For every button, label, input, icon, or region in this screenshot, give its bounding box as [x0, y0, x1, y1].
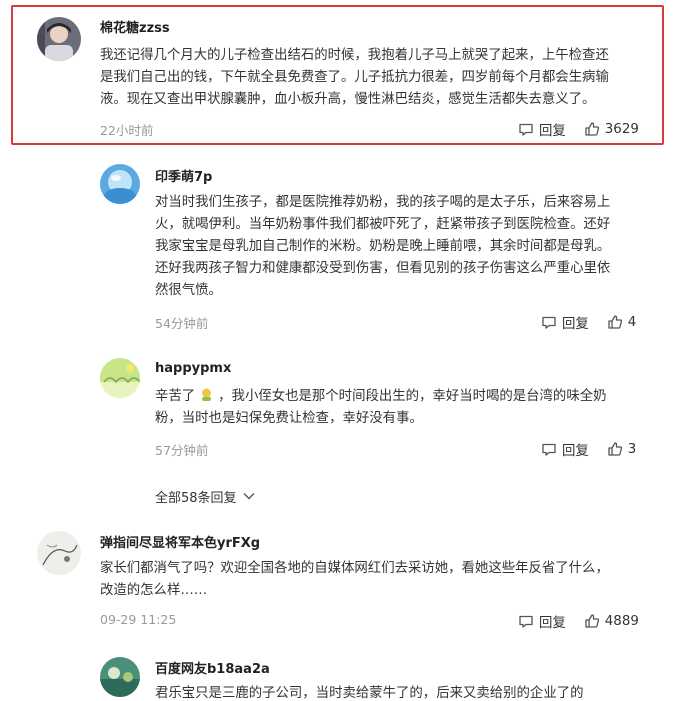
like-button[interactable]: 3	[607, 441, 637, 457]
text-line: 是我们自己出的钱，下午就全县免费查了。儿子抵抗力很差，四岁前每个月都会生病输	[100, 70, 609, 85]
like-button[interactable]: 4	[607, 314, 637, 330]
like-button[interactable]: 3629	[584, 121, 639, 137]
reply-label: 回复	[562, 444, 589, 459]
text-line: 液。现在又查出甲状腺囊肿，血小板升高，慢性淋巴结炎，感觉生活都失去意义了。	[100, 92, 596, 107]
text-line: 君乐宝只是三鹿的子公司，当时卖给蒙牛了的，后来又卖给别的企业了的	[155, 686, 584, 701]
username[interactable]: 弹指间尽显将军本色yrFXg	[100, 532, 260, 551]
text-segment: 辛苦了	[155, 389, 196, 404]
username[interactable]: 百度网友b18aa2a	[155, 658, 270, 677]
like-count: 3629	[604, 121, 639, 137]
text-line: 我家宝宝是母乳加自己制作的米粉。奶粉是晚上睡前喂，其余时间都是母乳。	[155, 239, 611, 254]
avatar[interactable]	[100, 358, 140, 398]
thumbs-up-icon	[607, 314, 623, 330]
comment-text: 辛苦了 ，我小侄女也是那个时间段出生的，幸好当时喝的是台湾的味全奶 粉，当时也是妇…	[155, 386, 650, 430]
comment-text: 君乐宝只是三鹿的子公司，当时卖给蒙牛了的，后来又卖给别的企业了的	[155, 683, 650, 701]
reply-icon	[541, 314, 557, 330]
more-replies-label: 全部58条回复	[155, 491, 237, 506]
text-line: 还好我两孩子智力和健康都没受到伤害，但看见别的孩子伤害这么严重心里依	[155, 261, 611, 276]
reply-label: 回复	[539, 124, 566, 139]
username[interactable]: happypmx	[155, 361, 231, 376]
reply-button[interactable]: 回复	[518, 611, 566, 631]
like-button[interactable]: 4889	[584, 613, 639, 629]
comment-actions: 回复 3629	[518, 119, 639, 139]
reply-button[interactable]: 回复	[541, 439, 589, 459]
reply-icon	[518, 121, 534, 137]
avatar[interactable]	[37, 531, 81, 575]
text-line: 改造的怎么样……	[100, 583, 208, 598]
comment-text: 对当时我们生孩子，都是医院推荐奶粉，我的孩子喝的是太子乐，后来容易上 火，就喝伊…	[155, 192, 650, 302]
reply-button[interactable]: 回复	[541, 312, 589, 332]
thumbs-up-icon	[607, 441, 623, 457]
reply-label: 回复	[562, 317, 589, 332]
text-line: 火，就喝伊利。当年奶粉事件我们都被吓死了，赶紧带孩子到医院检查。还好	[155, 217, 611, 232]
reply-label: 回复	[539, 616, 566, 631]
username[interactable]: 棉花糖zzss	[100, 17, 170, 36]
emoji-icon	[199, 387, 214, 402]
chevron-down-icon	[243, 489, 255, 504]
text-segment: ，我小侄女也是那个时间段出生的，幸好当时喝的是台湾的味全奶	[218, 389, 607, 404]
text-line: 辛苦了 ，我小侄女也是那个时间段出生的，幸好当时喝的是台湾的味全奶	[155, 386, 650, 408]
reply-icon	[541, 441, 557, 457]
comment-actions: 回复 4889	[518, 611, 639, 631]
text-line: 我还记得几个月大的儿子检查出结石的时候，我抱着儿子马上就哭了起来，上午检查还	[100, 48, 609, 63]
like-count: 4	[627, 314, 637, 330]
comment-actions: 回复 3	[541, 439, 636, 459]
timestamp: 57分钟前	[155, 443, 209, 458]
thumbs-up-icon	[584, 121, 600, 137]
like-count: 4889	[604, 613, 639, 629]
text-line: 家长们都消气了吗？欢迎全国各地的自媒体网红们去采访她，看她这些年反省了什么，	[100, 561, 609, 576]
avatar[interactable]	[100, 657, 140, 697]
timestamp: 09-29 11:25	[100, 612, 177, 627]
text-line: 对当时我们生孩子，都是医院推荐奶粉，我的孩子喝的是太子乐，后来容易上	[155, 195, 611, 210]
username[interactable]: 印季萌7p	[155, 166, 212, 185]
comment-text: 家长们都消气了吗？欢迎全国各地的自媒体网红们去采访她，看她这些年反省了什么， 改…	[100, 558, 645, 602]
timestamp: 22小时前	[100, 123, 154, 138]
comment-actions: 回复 4	[541, 312, 636, 332]
like-count: 3	[627, 441, 637, 457]
avatar[interactable]	[37, 17, 81, 61]
avatar[interactable]	[100, 164, 140, 204]
reply-button[interactable]: 回复	[518, 119, 566, 139]
comment-text: 我还记得几个月大的儿子检查出结石的时候，我抱着儿子马上就哭了起来，上午检查还 是…	[100, 45, 645, 111]
thumbs-up-icon	[584, 613, 600, 629]
reply-icon	[518, 613, 534, 629]
view-all-replies-button[interactable]: 全部58条回复	[155, 487, 255, 506]
timestamp: 54分钟前	[155, 316, 209, 331]
text-line: 粉，当时也是妇保免费让检查，幸好没有事。	[155, 411, 423, 426]
text-line: 然很气愤。	[155, 283, 222, 298]
